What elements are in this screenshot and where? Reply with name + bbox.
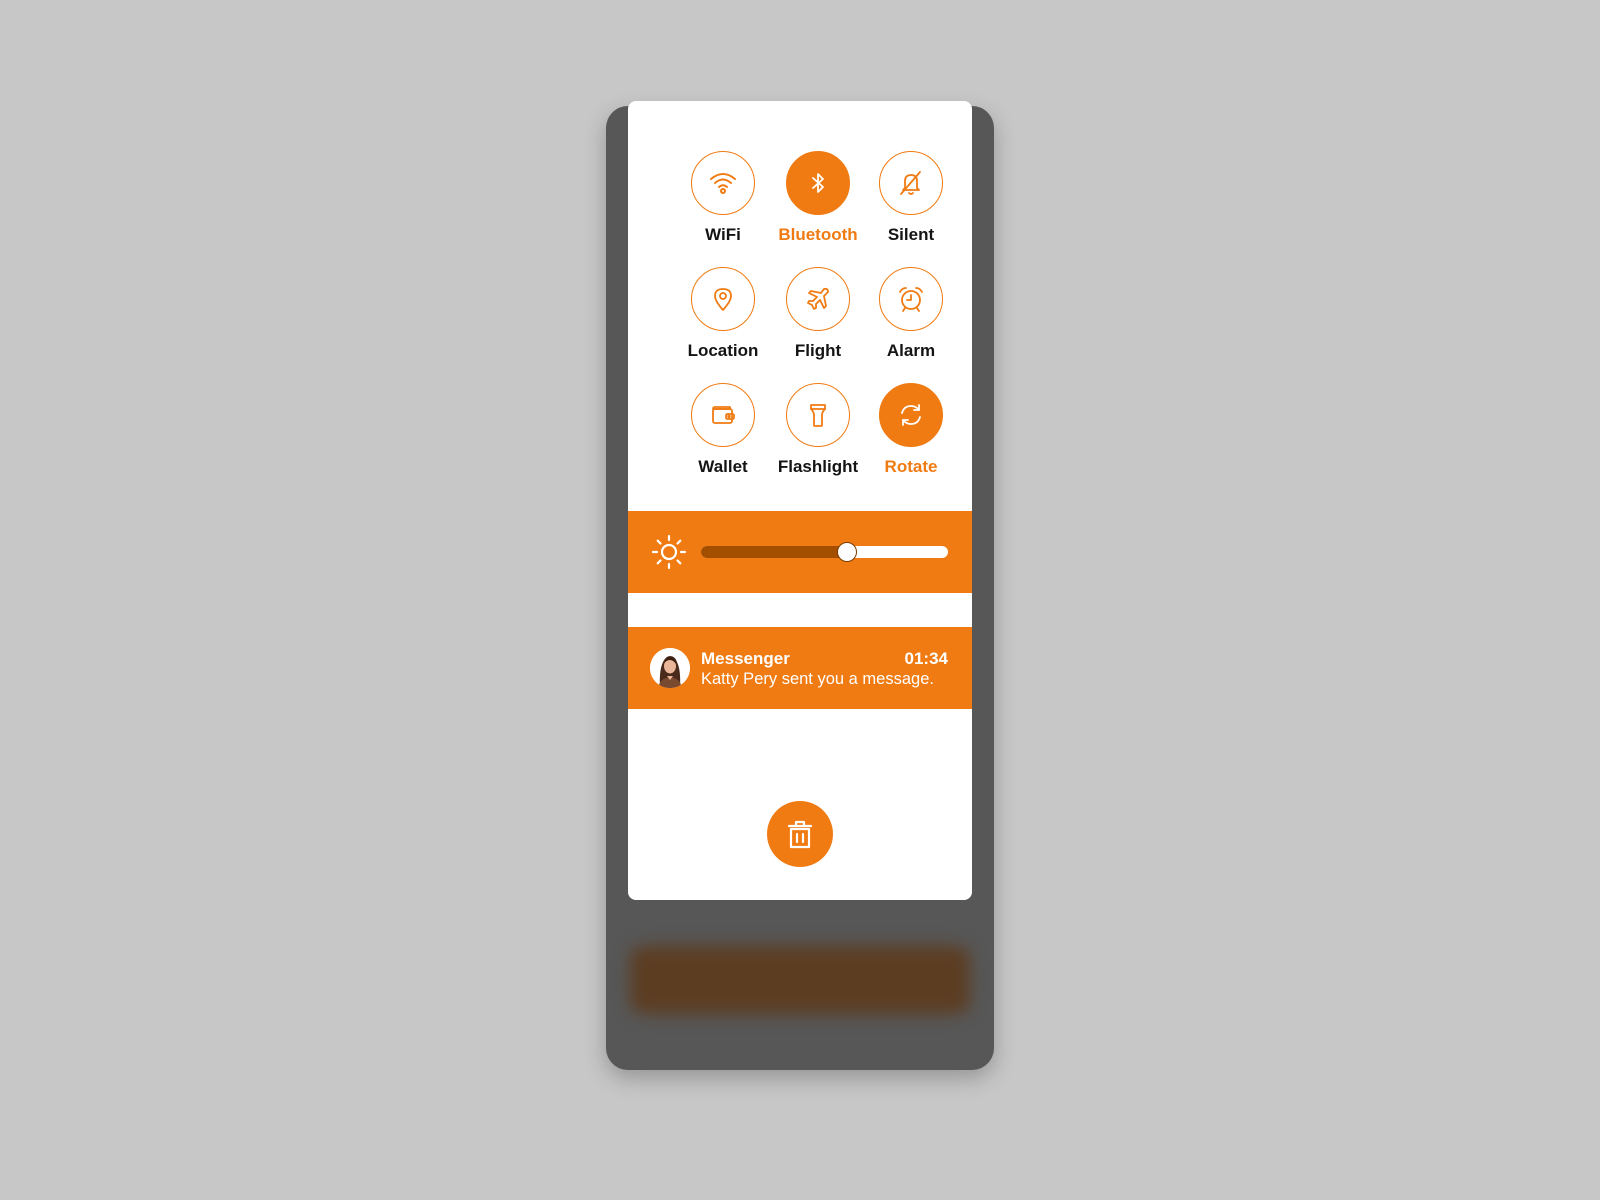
airplane-icon [786,267,850,331]
toggle-label: Rotate [884,457,938,476]
flashlight-icon [786,383,850,447]
notification-time: 01:34 [904,649,948,668]
alarm-clock-icon [879,267,943,331]
toggle-label: Silent [887,225,935,244]
toggle-silent[interactable]: Silent [852,151,972,261]
bell-off-icon [879,151,943,215]
control-center-panel: WiFi Bluetooth Silent Location Flight Al… [628,101,972,900]
toggle-rotate[interactable]: Rotate [852,383,972,493]
location-pin-icon [691,267,755,331]
toggle-alarm[interactable]: Alarm [852,267,972,377]
bluetooth-icon [786,151,850,215]
toggle-grid: WiFi Bluetooth Silent Location Flight Al… [628,101,972,501]
wifi-icon [691,151,755,215]
trash-icon [787,820,813,849]
brightness-bar [628,511,972,593]
brightness-slider-fill [701,546,847,558]
notification-card[interactable]: Messenger 01:34 Katty Pery sent you a me… [628,627,972,709]
sun-icon [651,534,687,570]
rotate-icon [879,383,943,447]
toggle-label: Alarm [886,341,936,360]
blurred-dock [630,946,970,1014]
notification-message: Katty Pery sent you a message. [701,670,934,688]
notification-app-name: Messenger [701,649,790,668]
clear-notifications-button[interactable] [767,801,833,867]
brightness-slider[interactable] [701,542,948,562]
avatar-icon [650,648,690,688]
wallet-icon [691,383,755,447]
brightness-slider-thumb[interactable] [836,542,857,562]
